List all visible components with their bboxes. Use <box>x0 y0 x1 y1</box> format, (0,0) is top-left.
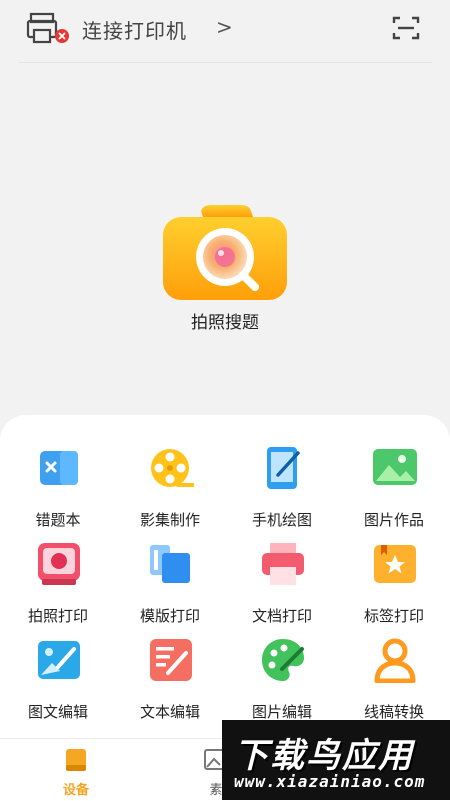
photo-print-icon <box>38 543 80 585</box>
template-print-icon <box>150 545 190 583</box>
photo-search-label: 拍照搜题 <box>191 313 259 333</box>
watermark-url: www.xiazainiao.com <box>234 772 426 791</box>
feature-photo-print[interactable]: 拍照打印 <box>2 521 114 625</box>
film-reel-icon <box>151 449 194 487</box>
picture-gallery-icon <box>373 449 417 485</box>
camera-icon <box>163 205 287 300</box>
chevron-right-icon[interactable]: > <box>216 15 233 39</box>
feature-image-text-edit[interactable]: 图文编辑 <box>2 617 114 721</box>
feature-template-print[interactable]: 模版打印 <box>114 521 226 625</box>
feature-wrong-book[interactable]: 错题本 <box>2 425 114 529</box>
connect-printer-label[interactable]: 连接打印机 <box>82 15 187 44</box>
line-art-icon <box>374 638 416 683</box>
feature-picture-works[interactable]: 图片作品 <box>338 425 450 529</box>
text-edit-icon <box>150 639 192 681</box>
watermark-title: 下载鸟应用 <box>234 736 414 776</box>
feature-label: 图文编辑 <box>27 703 88 721</box>
scan-icon[interactable] <box>392 15 420 41</box>
tab-label: 设备 <box>62 783 89 798</box>
feature-phone-drawing[interactable]: 手机绘图 <box>226 425 338 529</box>
feature-document-print[interactable]: 文档打印 <box>226 521 338 625</box>
feature-label: 文本编辑 <box>139 703 200 721</box>
tab-device[interactable]: 设备 <box>20 739 132 801</box>
phone-drawing-icon <box>267 447 300 489</box>
printer-disconnected-icon[interactable] <box>26 12 72 46</box>
palette-icon <box>262 639 304 681</box>
watermark-logo: 下载鸟应用 www.xiazainiao.com <box>222 720 450 800</box>
feature-text-edit[interactable]: 文本编辑 <box>114 617 226 721</box>
top-bar: 连接打印机 > <box>0 0 450 60</box>
feature-label-print[interactable]: 标签打印 <box>338 521 450 625</box>
image-text-edit-icon <box>38 641 80 679</box>
feature-album[interactable]: 影集制作 <box>114 425 226 529</box>
header-divider <box>18 62 432 63</box>
label-print-icon <box>374 545 416 583</box>
photo-search-button[interactable] <box>163 205 287 300</box>
wrong-book-icon <box>40 451 78 485</box>
feature-image-edit[interactable]: 图片编辑 <box>226 617 338 721</box>
feature-label: 图片编辑 <box>251 703 312 721</box>
document-print-icon <box>262 543 304 585</box>
feature-line-art[interactable]: 线稿转换 <box>338 617 450 721</box>
device-book-icon <box>66 749 86 771</box>
feature-label: 线稿转换 <box>363 703 424 721</box>
